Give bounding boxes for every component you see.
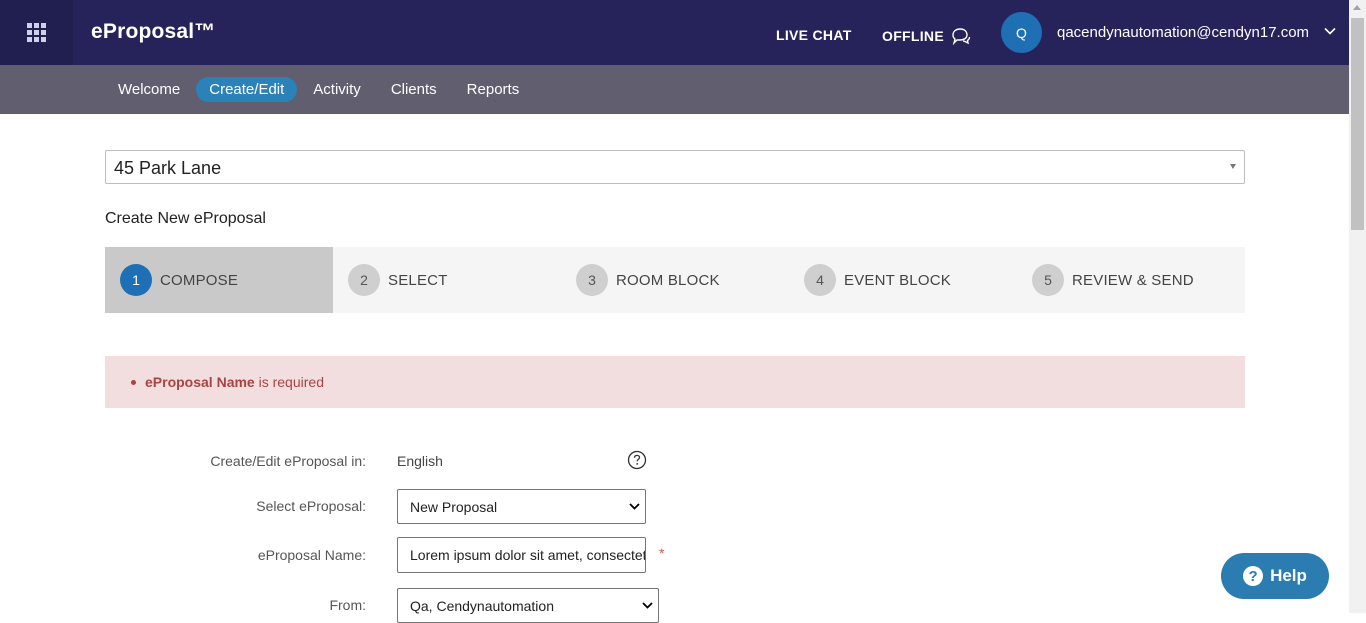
chevron-down-icon bbox=[642, 602, 653, 609]
nav-item-activity[interactable]: Activity bbox=[299, 77, 375, 102]
step-room-block[interactable]: 3 ROOM BLOCK bbox=[561, 247, 789, 313]
validation-message: eProposal Name is required bbox=[145, 374, 324, 390]
validation-text: is required bbox=[254, 374, 324, 390]
step-review-send[interactable]: 5 REVIEW & SEND bbox=[1017, 247, 1245, 313]
avatar[interactable]: Q bbox=[1001, 12, 1042, 53]
wizard-stepper: 1 COMPOSE 2 SELECT 3 ROOM BLOCK 4 EVENT … bbox=[105, 247, 1245, 313]
top-bar: eProposal™ LIVE CHAT OFFLINE Q qacendyna… bbox=[0, 0, 1349, 65]
offline-label: OFFLINE bbox=[882, 28, 944, 44]
step-label: EVENT BLOCK bbox=[844, 271, 951, 289]
help-button[interactable]: ? Help bbox=[1221, 553, 1329, 599]
language-label: Create/Edit eProposal in: bbox=[210, 453, 366, 469]
select-eproposal-label: Select eProposal: bbox=[256, 498, 366, 514]
select-eproposal-dropdown[interactable]: New Proposal bbox=[397, 489, 646, 524]
main-nav: Welcome Create/Edit Activity Clients Rep… bbox=[104, 77, 535, 102]
from-value: Qa, Cendynautomation bbox=[410, 598, 554, 614]
step-select[interactable]: 2 SELECT bbox=[333, 247, 561, 313]
scrollbar-thumb[interactable] bbox=[1351, 18, 1364, 230]
chevron-down-icon[interactable] bbox=[1323, 24, 1337, 38]
offline-status[interactable]: OFFLINE bbox=[882, 27, 972, 45]
help-button-label: Help bbox=[1270, 566, 1307, 585]
question-circle-icon: ? bbox=[1243, 566, 1264, 586]
step-number: 4 bbox=[804, 264, 836, 296]
help-question-icon[interactable] bbox=[627, 450, 647, 470]
step-label: ROOM BLOCK bbox=[616, 271, 720, 289]
scroll-up-arrow-icon[interactable] bbox=[1353, 5, 1361, 10]
property-select[interactable]: 45 Park Lane bbox=[105, 150, 1245, 184]
eproposal-name-value: Lorem ipsum dolor sit amet, consectetur bbox=[410, 547, 646, 563]
brand-logo: eProposal™ bbox=[91, 20, 216, 43]
required-indicator: * bbox=[659, 545, 665, 561]
nav-item-welcome[interactable]: Welcome bbox=[104, 77, 194, 102]
app-launcher-button[interactable] bbox=[0, 0, 73, 65]
step-number: 5 bbox=[1032, 264, 1064, 296]
step-event-block[interactable]: 4 EVENT BLOCK bbox=[789, 247, 1017, 313]
user-email[interactable]: qacendynautomation@cendyn17.com bbox=[1057, 24, 1309, 41]
eproposal-name-label: eProposal Name: bbox=[257, 547, 366, 563]
step-compose[interactable]: 1 COMPOSE bbox=[105, 247, 333, 313]
nav-item-clients[interactable]: Clients bbox=[377, 77, 451, 102]
step-label: REVIEW & SEND bbox=[1072, 271, 1194, 289]
step-number: 1 bbox=[120, 264, 152, 296]
grid-icon bbox=[27, 23, 46, 42]
eproposal-name-input[interactable]: Lorem ipsum dolor sit amet, consectetur bbox=[397, 537, 646, 573]
step-label: COMPOSE bbox=[160, 271, 239, 289]
bullet-icon bbox=[131, 380, 136, 385]
language-value: English bbox=[397, 453, 443, 469]
step-number: 2 bbox=[348, 264, 380, 296]
step-number: 3 bbox=[576, 264, 608, 296]
chat-bubble-icon bbox=[952, 28, 971, 45]
from-dropdown[interactable]: Qa, Cendynautomation bbox=[397, 588, 659, 623]
chevron-down-icon bbox=[629, 503, 640, 510]
validation-field: eProposal Name bbox=[145, 374, 255, 390]
step-label: SELECT bbox=[388, 271, 448, 289]
main-nav-bar: Welcome Create/Edit Activity Clients Rep… bbox=[0, 65, 1349, 114]
from-label: From: bbox=[329, 597, 366, 613]
dropdown-arrow-icon bbox=[1230, 164, 1236, 169]
validation-alert: eProposal Name is required bbox=[105, 356, 1245, 408]
property-select-value: 45 Park Lane bbox=[114, 158, 222, 178]
live-chat-link[interactable]: LIVE CHAT bbox=[776, 27, 852, 43]
nav-item-create-edit[interactable]: Create/Edit bbox=[196, 77, 298, 102]
nav-item-reports[interactable]: Reports bbox=[453, 77, 534, 102]
select-eproposal-value: New Proposal bbox=[410, 499, 498, 515]
page-title: Create New eProposal bbox=[105, 210, 266, 227]
